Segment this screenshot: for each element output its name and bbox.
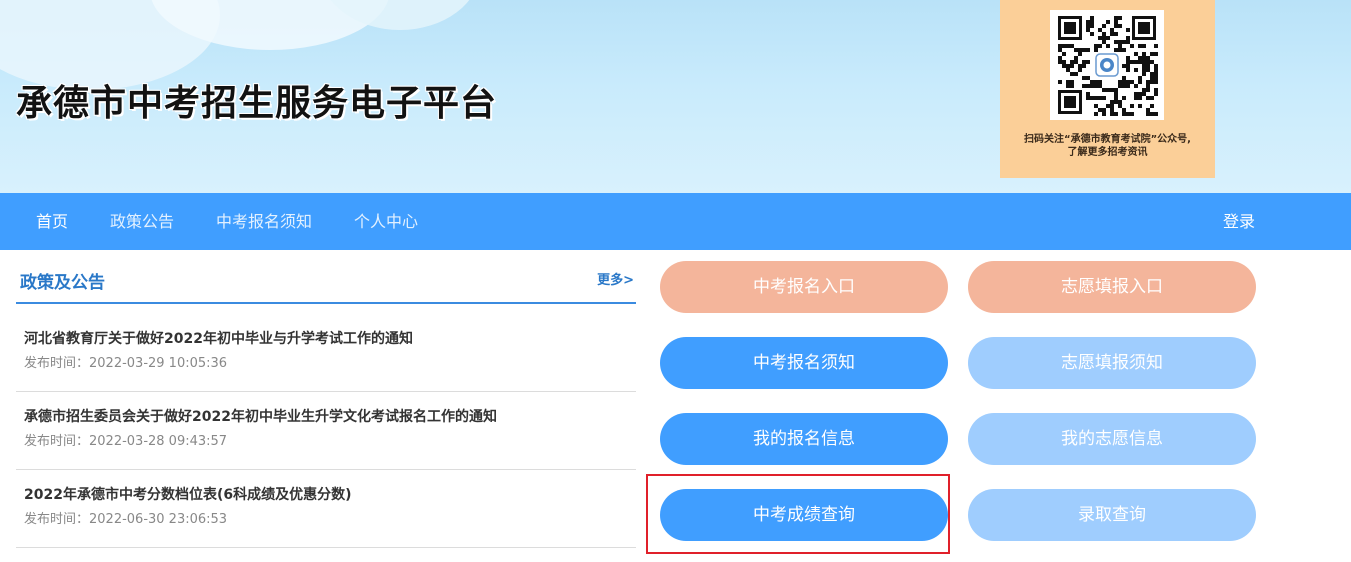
qr-code-image [1050,10,1164,120]
news-panel: 政策及公告 更多> 河北省教育厅关于做好2022年初中毕业与升学考试工作的通知 … [16,250,636,562]
news-item-title[interactable]: 承德市招生委员会关于做好2022年初中毕业生升学文化考试报名工作的通知 [24,406,497,426]
login-link[interactable]: 登录 [1223,193,1255,250]
news-item-title[interactable]: 2022年承德市中考分数档位表(6科成绩及优惠分数) [24,484,352,504]
admission-query-button[interactable]: 录取查询 [968,489,1256,541]
news-item-time: 发布时间：2022-06-30 23:06:53 [24,512,228,527]
news-list-item: 承德市招生委员会关于做好2022年初中毕业生升学文化考试报名工作的通知 发布时间… [16,392,636,470]
preference-notice-button[interactable]: 志愿填报须知 [968,337,1256,389]
qr-caption-line: 了解更多招考资讯 [1067,147,1148,158]
qr-code-panel: 扫码关注“承德市教育考试院”公众号, 了解更多招考资讯 [1000,0,1215,178]
preference-entry-button[interactable]: 志愿填报入口 [968,261,1256,313]
news-section-title: 政策及公告 [20,273,105,293]
qr-caption: 扫码关注“承德市教育考试院”公众号, 了解更多招考资讯 [1000,133,1215,159]
site-title: 承德市中考招生服务电子平台 [16,83,498,124]
nav-item-home[interactable]: 首页 [36,193,68,250]
header-banner: 承德市中考招生服务电子平台 扫码关注“承德市教育考试院”公众号, 了解更多招考资… [0,0,1351,193]
news-item-time: 发布时间：2022-03-29 10:05:36 [24,356,228,371]
my-registration-button[interactable]: 我的报名信息 [660,413,948,465]
registration-entry-button[interactable]: 中考报名入口 [660,261,948,313]
registration-notice-button[interactable]: 中考报名须知 [660,337,948,389]
my-preference-button[interactable]: 我的志愿信息 [968,413,1256,465]
news-header: 政策及公告 更多> [16,250,636,304]
news-item-title[interactable]: 河北省教育厅关于做好2022年初中毕业与升学考试工作的通知 [24,328,413,348]
news-list-item: 2022年承德市中考分数档位表(6科成绩及优惠分数) 发布时间：2022-06-… [16,470,636,548]
news-more-link[interactable]: 更多> [597,269,634,288]
nav-item-policy[interactable]: 政策公告 [110,193,174,250]
nav-item-registration-notice[interactable]: 中考报名须知 [216,193,312,250]
main-nav: 首页 政策公告 中考报名须知 个人中心 登录 [0,193,1351,250]
qr-caption-line: 扫码关注“承德市教育考试院”公众号, [1024,134,1191,145]
nav-item-personal-center[interactable]: 个人中心 [354,193,418,250]
news-list-item: 河北省教育厅关于做好2022年初中毕业与升学考试工作的通知 发布时间：2022-… [16,314,636,392]
news-item-time: 发布时间：2022-03-28 09:43:57 [24,434,228,449]
score-query-button[interactable]: 中考成绩查询 [660,489,948,541]
